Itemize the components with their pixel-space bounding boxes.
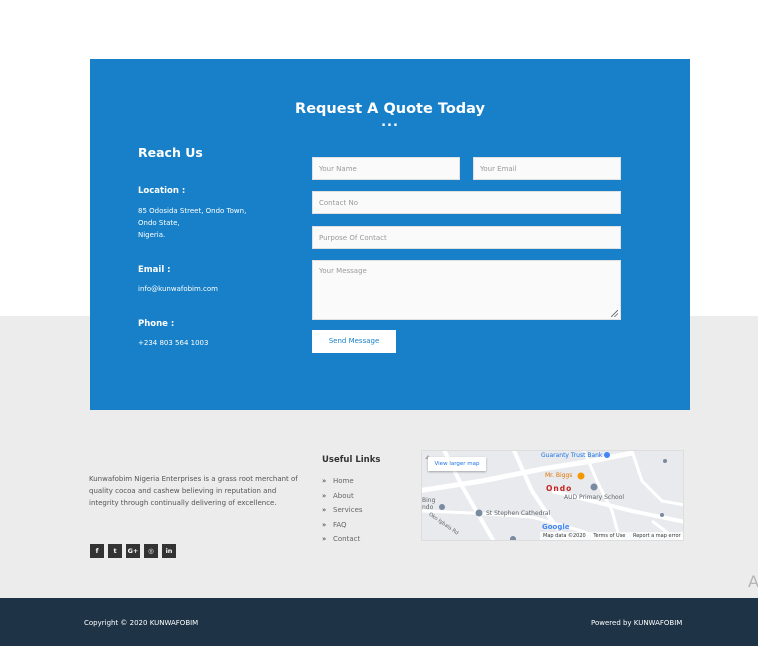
map-city-label: Ondo bbox=[546, 484, 573, 493]
name-input[interactable]: Your Name bbox=[312, 157, 460, 180]
link-services[interactable]: » Services bbox=[322, 503, 363, 518]
email-input[interactable]: Your Email bbox=[473, 157, 621, 180]
google-logo: Google bbox=[542, 523, 570, 531]
purpose-input[interactable]: Purpose Of Contact bbox=[312, 226, 621, 249]
map-place-school: AUD Primary School bbox=[564, 494, 625, 501]
title-divider-dots: ... bbox=[381, 115, 399, 130]
edge-text-a: A bbox=[748, 572, 758, 591]
resize-handle-icon[interactable] bbox=[611, 310, 618, 317]
phone-text: +234 803 564 1003 bbox=[138, 339, 209, 347]
map-place-bank: Guaranty Trust Bank bbox=[541, 452, 603, 459]
map-place-restaurant: Mr. Biggs bbox=[545, 472, 573, 479]
contact-input[interactable]: Contact No bbox=[312, 191, 621, 214]
reach-us-title: Reach Us bbox=[138, 145, 203, 160]
map-place-left: Bing ndo bbox=[422, 497, 436, 511]
facebook-icon[interactable]: f bbox=[90, 544, 104, 558]
map-terms-link[interactable]: Terms of Use bbox=[593, 533, 625, 539]
message-placeholder: Your Message bbox=[319, 267, 367, 275]
about-text: Kunwafobim Nigeria Enterprises is a gras… bbox=[89, 475, 298, 507]
copyright-text: Copyright © 2020 KUNWAFOBIM bbox=[84, 619, 199, 627]
link-home[interactable]: » Home bbox=[322, 474, 363, 489]
google-plus-icon[interactable]: G+ bbox=[126, 544, 140, 558]
message-textarea[interactable]: Your Message bbox=[312, 260, 621, 320]
view-larger-map-button[interactable]: View larger map bbox=[428, 457, 486, 471]
link-faq[interactable]: » FAQ bbox=[322, 518, 363, 533]
social-icons: f t G+ ◎ in bbox=[90, 544, 176, 558]
email-label: Email : bbox=[138, 265, 171, 275]
location-text: 85 Odosida Street, Ondo Town, Ondo State… bbox=[138, 207, 247, 239]
link-about[interactable]: » About bbox=[322, 489, 363, 504]
powered-by-text: Powered by KUNWAFOBIM bbox=[591, 619, 683, 627]
double-chevron-icon: » bbox=[322, 520, 327, 529]
map-data-text: Map data ©2020 bbox=[543, 533, 586, 539]
useful-links-title: Useful Links bbox=[322, 455, 381, 465]
location-label: Location : bbox=[138, 186, 186, 196]
link-contact[interactable]: » Contact bbox=[322, 532, 363, 547]
twitter-icon[interactable]: t bbox=[108, 544, 122, 558]
useful-links-list: » Home » About » Services » FAQ » Contact bbox=[322, 474, 363, 547]
double-chevron-icon: » bbox=[322, 506, 327, 515]
double-chevron-icon: » bbox=[322, 477, 327, 486]
instagram-icon[interactable]: ◎ bbox=[144, 544, 158, 558]
quote-section: Request A Quote Today ... Reach Us Locat… bbox=[90, 59, 690, 410]
send-message-button[interactable]: Send Message bbox=[312, 330, 396, 353]
map-report-link[interactable]: Report a map error bbox=[633, 533, 681, 539]
double-chevron-icon: » bbox=[322, 491, 327, 500]
linkedin-icon[interactable]: in bbox=[162, 544, 176, 558]
map-footer: Map data ©2020 Terms of Use Report a map… bbox=[540, 532, 683, 540]
embedded-map[interactable]: View larger map Guaranty Trust Bank Mr. … bbox=[421, 450, 684, 541]
email-text: info@kunwafobim.com bbox=[138, 285, 218, 293]
phone-label: Phone : bbox=[138, 319, 175, 329]
map-place-church: St Stephen Cathedral bbox=[486, 510, 551, 517]
double-chevron-icon: » bbox=[322, 535, 327, 544]
